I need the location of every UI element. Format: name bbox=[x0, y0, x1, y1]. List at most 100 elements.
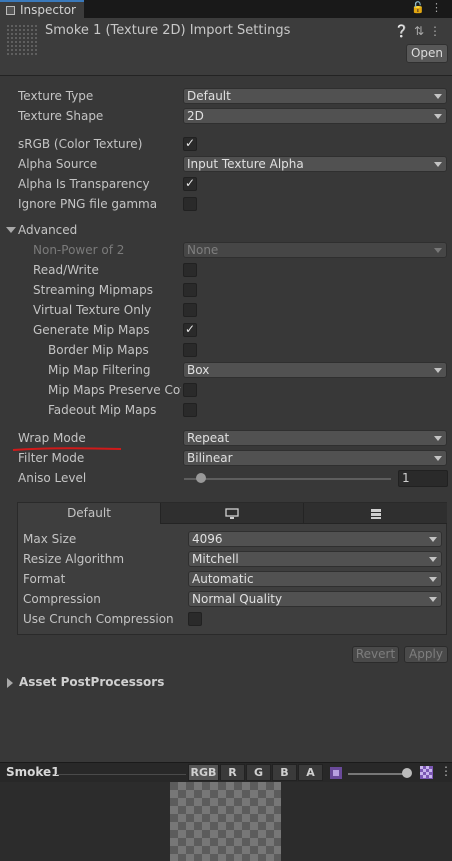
texture-type-value: Default bbox=[187, 89, 231, 103]
channel-b-button[interactable]: B bbox=[272, 764, 297, 781]
texture-shape-dropdown[interactable]: 2D bbox=[183, 108, 447, 124]
filter-mode-value: Bilinear bbox=[187, 451, 233, 465]
preview-more-icon[interactable]: ⋮ bbox=[440, 764, 452, 778]
streaming-mipmaps-checkbox[interactable] bbox=[183, 283, 197, 297]
generate-mip-maps-label: Generate Mip Maps bbox=[33, 323, 150, 337]
non-power-of-2-dropdown: None bbox=[183, 242, 447, 258]
srgb-label: sRGB (Color Texture) bbox=[18, 137, 143, 151]
preview-toolbar: Smoke1 RGB R G B A ⋮ bbox=[0, 762, 452, 782]
alpha-transparency-label: Alpha Is Transparency bbox=[18, 177, 150, 191]
checkmark-icon: ✓ bbox=[185, 322, 196, 336]
mip-maps-preserve-coverage-checkbox[interactable] bbox=[183, 383, 197, 397]
platform-tab-default-label: Default bbox=[67, 506, 111, 520]
platform-settings-panel: Default Max Size 4096 Resize Algorithm M… bbox=[17, 502, 447, 635]
aniso-level-field[interactable]: 1 bbox=[398, 470, 448, 487]
texture-type-label: Texture Type bbox=[18, 89, 94, 103]
tab-inspector-label: Inspector bbox=[20, 3, 76, 17]
wrap-mode-value: Repeat bbox=[187, 431, 230, 445]
platform-tab-default[interactable]: Default bbox=[18, 503, 161, 524]
format-value: Automatic bbox=[192, 572, 254, 586]
fadeout-mip-maps-checkbox[interactable] bbox=[183, 403, 197, 417]
alpha-source-value: Input Texture Alpha bbox=[187, 157, 304, 171]
apply-button[interactable]: Apply bbox=[404, 646, 448, 663]
chevron-down-icon bbox=[434, 456, 442, 461]
asset-postprocessors-foldout-icon[interactable] bbox=[7, 678, 13, 688]
menu-icon[interactable]: ⋮ bbox=[429, 24, 446, 38]
srgb-checkbox[interactable]: ✓ bbox=[183, 136, 197, 151]
platform-tab-standalone[interactable] bbox=[161, 503, 304, 524]
max-size-value: 4096 bbox=[192, 532, 223, 546]
compression-dropdown[interactable]: Normal Quality bbox=[188, 591, 442, 607]
asset-postprocessors-label[interactable]: Asset PostProcessors bbox=[19, 675, 164, 689]
more-icon[interactable]: ⋮ bbox=[431, 1, 448, 14]
preview-name: Smoke1 bbox=[6, 765, 60, 779]
tab-window-controls: 🔓⋮ bbox=[411, 1, 448, 14]
read-write-label: Read/Write bbox=[33, 263, 99, 277]
ignore-png-gamma-checkbox[interactable] bbox=[183, 197, 197, 211]
channel-r-button[interactable]: R bbox=[220, 764, 245, 781]
non-power-of-2-label: Non-Power of 2 bbox=[33, 243, 125, 257]
compression-label: Compression bbox=[23, 592, 101, 606]
chevron-down-icon bbox=[429, 557, 437, 562]
border-mip-maps-label: Border Mip Maps bbox=[48, 343, 149, 357]
open-button[interactable]: Open bbox=[406, 44, 448, 63]
help-icon[interactable]: ❔ bbox=[394, 24, 414, 38]
alpha-transparency-checkbox[interactable]: ✓ bbox=[183, 176, 197, 191]
chevron-down-icon bbox=[429, 597, 437, 602]
chevron-down-icon bbox=[434, 162, 442, 167]
generate-mip-maps-checkbox[interactable]: ✓ bbox=[183, 322, 197, 337]
filter-mode-dropdown[interactable]: Bilinear bbox=[183, 450, 447, 466]
chevron-down-icon bbox=[434, 114, 442, 119]
texture-thumbnail bbox=[6, 24, 38, 56]
mip-level-slider-handle[interactable] bbox=[402, 768, 412, 778]
aniso-level-slider-handle[interactable] bbox=[196, 473, 206, 483]
preview-divider bbox=[56, 774, 186, 775]
advanced-foldout-label[interactable]: Advanced bbox=[18, 223, 77, 237]
aniso-level-slider-track[interactable] bbox=[184, 478, 391, 480]
channel-g-button[interactable]: G bbox=[246, 764, 271, 781]
wrap-mode-label: Wrap Mode bbox=[18, 431, 86, 445]
revert-button[interactable]: Revert bbox=[352, 646, 399, 663]
platform-tab-server[interactable] bbox=[304, 503, 447, 524]
use-crunch-label: Use Crunch Compression bbox=[23, 612, 174, 626]
border-mip-maps-checkbox[interactable] bbox=[183, 343, 197, 357]
server-icon bbox=[370, 509, 381, 519]
channel-a-button[interactable]: A bbox=[298, 764, 323, 781]
wrap-mode-dropdown[interactable]: Repeat bbox=[183, 430, 447, 446]
monitor-icon bbox=[225, 508, 239, 519]
mip-map-filtering-value: Box bbox=[187, 363, 210, 377]
mip-map-filtering-dropdown[interactable]: Box bbox=[183, 362, 447, 378]
header-icons: ❔⇅⋮ bbox=[394, 24, 446, 38]
chevron-down-icon bbox=[434, 436, 442, 441]
lock-icon[interactable]: 🔓 bbox=[411, 1, 431, 14]
chevron-down-icon bbox=[429, 537, 437, 542]
filter-mode-label: Filter Mode bbox=[18, 451, 85, 465]
mip-map-filtering-label: Mip Map Filtering bbox=[48, 363, 151, 377]
virtual-texture-only-checkbox[interactable] bbox=[183, 303, 197, 317]
texture-type-dropdown[interactable]: Default bbox=[183, 88, 447, 104]
tab-inspector[interactable]: Inspector bbox=[0, 0, 84, 18]
chevron-down-icon bbox=[434, 94, 442, 99]
non-power-of-2-value: None bbox=[187, 243, 219, 257]
read-write-checkbox[interactable] bbox=[183, 263, 197, 277]
advanced-foldout-icon[interactable] bbox=[6, 227, 16, 233]
resize-algorithm-dropdown[interactable]: Mitchell bbox=[188, 551, 442, 567]
mip-small-icon bbox=[330, 767, 342, 779]
texture-preview-image bbox=[170, 782, 281, 861]
texture-shape-label: Texture Shape bbox=[18, 109, 104, 123]
header-title: Smoke 1 (Texture 2D) Import Settings bbox=[45, 23, 291, 38]
format-dropdown[interactable]: Automatic bbox=[188, 571, 442, 587]
max-size-dropdown[interactable]: 4096 bbox=[188, 531, 442, 547]
mip-large-icon bbox=[420, 766, 433, 779]
chevron-down-icon bbox=[434, 248, 442, 253]
alpha-source-dropdown[interactable]: Input Texture Alpha bbox=[183, 156, 447, 172]
fadeout-mip-maps-label: Fadeout Mip Maps bbox=[48, 403, 157, 417]
texture-shape-value: 2D bbox=[187, 109, 204, 123]
channel-rgb-button[interactable]: RGB bbox=[188, 764, 219, 781]
chevron-down-icon bbox=[429, 577, 437, 582]
use-crunch-checkbox[interactable] bbox=[188, 612, 202, 626]
compression-value: Normal Quality bbox=[192, 592, 283, 606]
resize-algorithm-label: Resize Algorithm bbox=[23, 552, 125, 566]
preset-icon[interactable]: ⇅ bbox=[414, 24, 429, 38]
mip-level-slider-track[interactable] bbox=[348, 773, 408, 775]
